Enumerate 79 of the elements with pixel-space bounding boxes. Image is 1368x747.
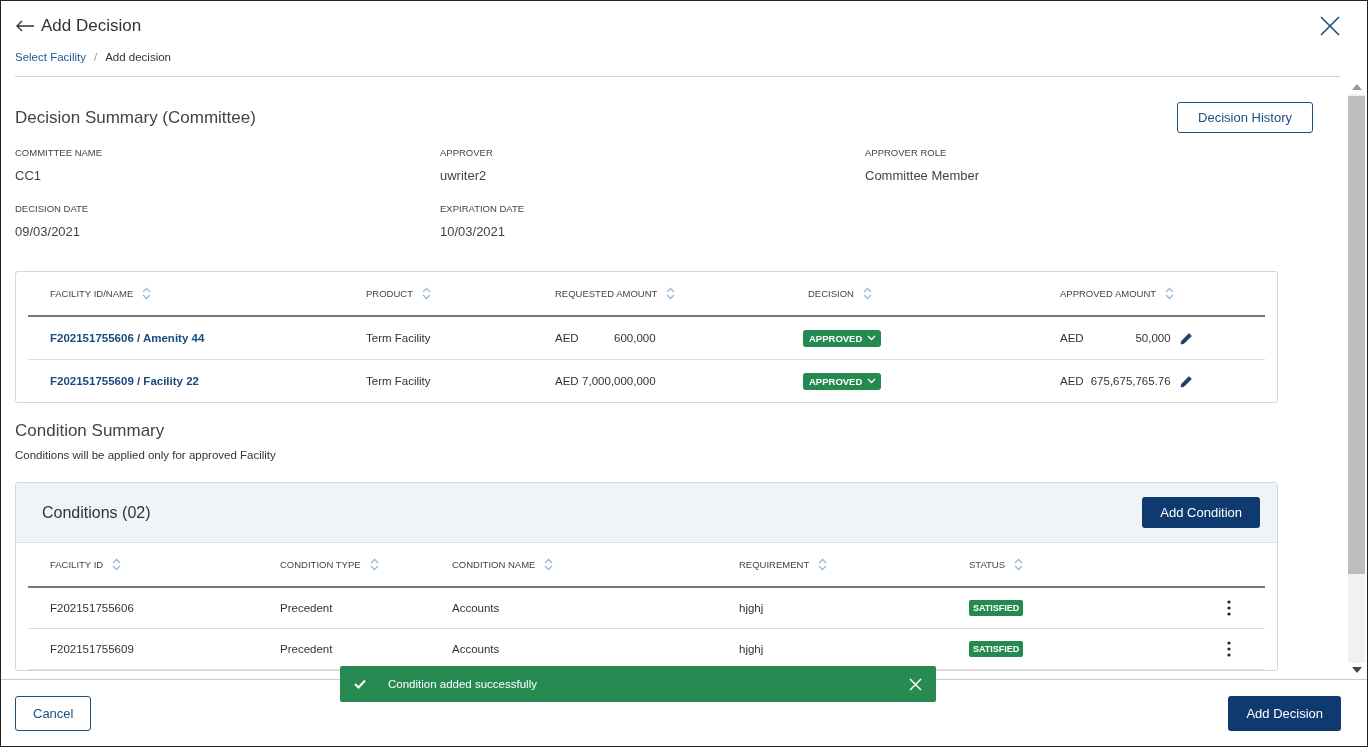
table-cell: Precedent: [280, 602, 333, 614]
breadcrumb-link[interactable]: Select Facility: [15, 51, 86, 63]
sort-icon[interactable]: [862, 287, 872, 300]
field-label: COMMITTEE NAME: [15, 147, 104, 158]
column-header[interactable]: FACILITY ID: [50, 559, 104, 570]
status-badge: SATISFIED: [969, 641, 1024, 657]
more-options-icon[interactable]: [1227, 641, 1231, 657]
sort-icon[interactable]: [818, 558, 828, 571]
close-icon[interactable]: [1320, 16, 1340, 36]
section-title: Decision Summary (Committee): [15, 107, 256, 128]
column-header[interactable]: CONDITION NAME: [452, 559, 536, 570]
column-header[interactable]: REQUESTED AMOUNT: [555, 288, 658, 299]
field-value: Committee Member: [865, 168, 981, 183]
toast-message: Condition added successfully: [388, 678, 538, 690]
field-value: uwriter2: [440, 168, 488, 183]
facility-link[interactable]: F202151755609 / Facility 22: [50, 375, 199, 387]
field-value: 10/03/2021: [440, 224, 507, 239]
edit-pencil-icon[interactable]: [1179, 374, 1193, 388]
cancel-button[interactable]: Cancel: [15, 695, 92, 731]
column-header[interactable]: PRODUCT: [366, 288, 413, 299]
table-cell: Term Facility: [366, 375, 431, 387]
decision-dropdown[interactable]: APPROVED: [803, 372, 882, 390]
decision-history-button[interactable]: Decision History: [1177, 102, 1313, 133]
table-cell: Term Facility: [366, 332, 431, 344]
amount-cell-text: 7,000,000,000: [581, 375, 656, 387]
breadcrumb-separator: /: [93, 51, 98, 63]
sort-icon[interactable]: [666, 287, 676, 300]
sort-icon[interactable]: [544, 558, 554, 571]
field-value: CC1: [15, 168, 42, 183]
section-title: Condition Summary: [15, 421, 166, 441]
table-cell: F202151755606: [50, 602, 134, 614]
edit-pencil-icon[interactable]: [1179, 331, 1193, 345]
section-note: Conditions will be applied only for approved Facility: [15, 449, 277, 461]
field-label: EXPIRATION DATE: [440, 203, 526, 214]
table-cell: Precedent: [280, 643, 333, 655]
column-header[interactable]: CONDITION TYPE: [280, 559, 361, 570]
scrollbar-thumb[interactable]: [1348, 96, 1365, 574]
table-cell: F202151755609: [50, 643, 134, 655]
add-decision-button[interactable]: Add Decision: [1228, 695, 1341, 731]
check-icon: [354, 679, 366, 689]
currency-cell: AED: [1060, 375, 1084, 387]
more-options-icon[interactable]: [1227, 600, 1231, 616]
table-cell: hjghj: [739, 602, 764, 614]
sort-icon[interactable]: [422, 287, 431, 300]
column-header[interactable]: APPROVED AMOUNT: [1060, 288, 1157, 299]
field-label: APPROVER ROLE: [865, 147, 948, 158]
chevron-down-icon: [867, 335, 877, 341]
column-header[interactable]: STATUS: [969, 559, 1006, 570]
sort-icon[interactable]: [112, 558, 122, 571]
currency-cell: AED: [555, 375, 579, 387]
facility-link[interactable]: F202151755606 / Amenity 44: [50, 332, 205, 344]
back-arrow-icon[interactable]: [15, 20, 35, 32]
currency-cell: AED: [1060, 332, 1084, 344]
field-label: DECISION DATE: [15, 203, 90, 214]
sort-icon[interactable]: [1165, 287, 1175, 300]
amount-cell-text: 600,000: [613, 332, 656, 344]
field-label: APPROVER: [440, 147, 494, 158]
conditions-title: Conditions (02): [42, 503, 151, 522]
sort-icon[interactable]: [1014, 558, 1024, 571]
currency-cell: AED: [555, 332, 579, 344]
sort-icon[interactable]: [142, 287, 152, 300]
scroll-down-icon[interactable]: [1351, 667, 1362, 673]
column-header[interactable]: REQUIREMENT: [739, 559, 810, 570]
status-badge: SATISFIED: [969, 600, 1024, 616]
column-header[interactable]: FACILITY ID/NAME: [50, 288, 134, 299]
table-cell: Accounts: [452, 643, 500, 655]
add-condition-button[interactable]: Add Condition: [1142, 497, 1260, 528]
page-title: Add Decision: [41, 16, 143, 36]
scroll-up-icon[interactable]: [1351, 84, 1362, 90]
table-cell: Accounts: [452, 602, 500, 614]
decision-dropdown[interactable]: APPROVED: [803, 329, 882, 347]
chevron-down-icon: [867, 378, 877, 384]
table-cell: hjghj: [739, 643, 764, 655]
sort-icon[interactable]: [369, 558, 379, 571]
breadcrumb-current: Add decision: [105, 51, 171, 63]
amount-cell-text: 50,000: [1134, 332, 1171, 344]
column-header[interactable]: DECISION: [808, 288, 854, 299]
field-value: 09/03/2021: [15, 224, 82, 239]
amount-cell-text: 675,675,765.76: [1089, 375, 1171, 387]
